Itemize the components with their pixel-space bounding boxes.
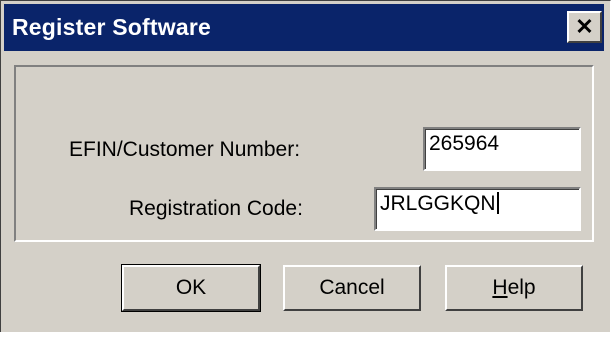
registration-group: EFIN/Customer Number: 265964 Registratio…: [14, 65, 594, 242]
efin-input[interactable]: 265964: [423, 127, 581, 171]
efin-value: 265964: [429, 132, 500, 155]
ok-button[interactable]: OK: [121, 264, 261, 312]
help-label-rest: elp: [507, 276, 536, 299]
close-icon: ✕: [575, 14, 594, 39]
registration-code-label: Registration Code:: [129, 197, 303, 220]
register-software-dialog: Register Software ✕ EFIN/Customer Number…: [0, 0, 611, 337]
cancel-button-label: Cancel: [319, 276, 385, 299]
bottom-edge: [0, 332, 611, 337]
help-button-label: Help: [492, 276, 535, 300]
efin-label: EFIN/Customer Number:: [69, 138, 301, 161]
registration-code-value: JRLGGKQN: [380, 192, 496, 215]
help-button[interactable]: Help: [445, 265, 583, 311]
window-title: Register Software: [12, 14, 211, 40]
text-caret: [496, 192, 499, 214]
registration-code-input[interactable]: JRLGGKQN: [374, 187, 581, 231]
ok-button-label: OK: [175, 276, 207, 299]
cancel-button[interactable]: Cancel: [283, 265, 421, 311]
close-button[interactable]: ✕: [567, 11, 602, 43]
help-mnemonic: H: [492, 276, 508, 299]
title-bar[interactable]: Register Software ✕: [4, 4, 604, 51]
